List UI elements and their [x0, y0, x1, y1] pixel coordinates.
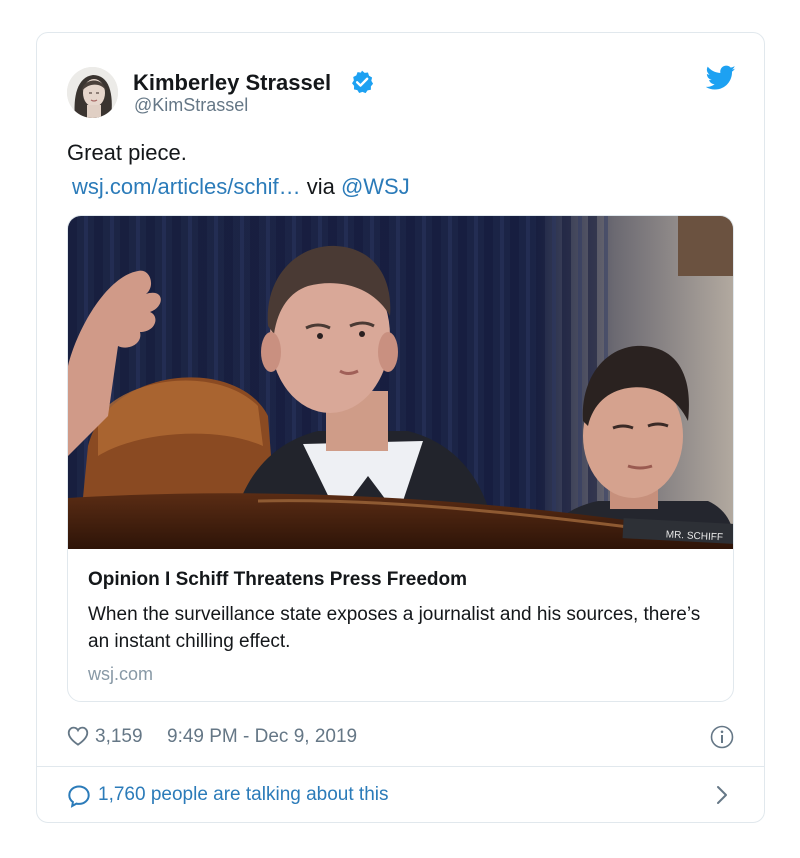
- tweet-text: Great piece.: [67, 140, 187, 165]
- card-title[interactable]: Opinion I Schiff Threatens Press Freedom: [88, 569, 467, 591]
- like-count[interactable]: 3,159: [95, 726, 143, 748]
- link-card[interactable]: MR. SCHIFF Opinion I Schiff Threatens Pr…: [67, 215, 734, 702]
- timestamp[interactable]: 9:49 PM - Dec 9, 2019: [167, 726, 357, 748]
- via-text: via: [300, 174, 341, 199]
- verified-badge-icon: [352, 70, 374, 94]
- article-link[interactable]: wsj.com/articles/schif…: [72, 174, 301, 199]
- card-image: MR. SCHIFF: [68, 216, 733, 549]
- card-description: When the surveillance state exposes a jo…: [88, 604, 701, 652]
- avatar-portrait: [67, 67, 118, 118]
- avatar[interactable]: [67, 67, 118, 118]
- wsj-mention-link[interactable]: @WSJ: [341, 174, 410, 199]
- author-name[interactable]: Kimberley Strassel: [133, 70, 331, 96]
- footer-divider: [37, 766, 764, 767]
- heart-icon[interactable]: [67, 726, 89, 746]
- author-handle[interactable]: @KimStrassel: [134, 95, 248, 116]
- tweet-embed: Kimberley Strassel @KimStrassel Great pi…: [36, 32, 765, 823]
- twitter-bird-icon[interactable]: [706, 65, 736, 91]
- info-icon[interactable]: [710, 725, 734, 749]
- conversation-link[interactable]: 1,760 people are talking about this: [98, 784, 389, 806]
- speech-bubble-icon[interactable]: [67, 784, 91, 808]
- tweet-link-line: wsj.com/articles/schif… via @WSJ: [72, 174, 410, 200]
- chevron-right-icon[interactable]: [714, 784, 730, 806]
- card-domain: wsj.com: [88, 664, 154, 684]
